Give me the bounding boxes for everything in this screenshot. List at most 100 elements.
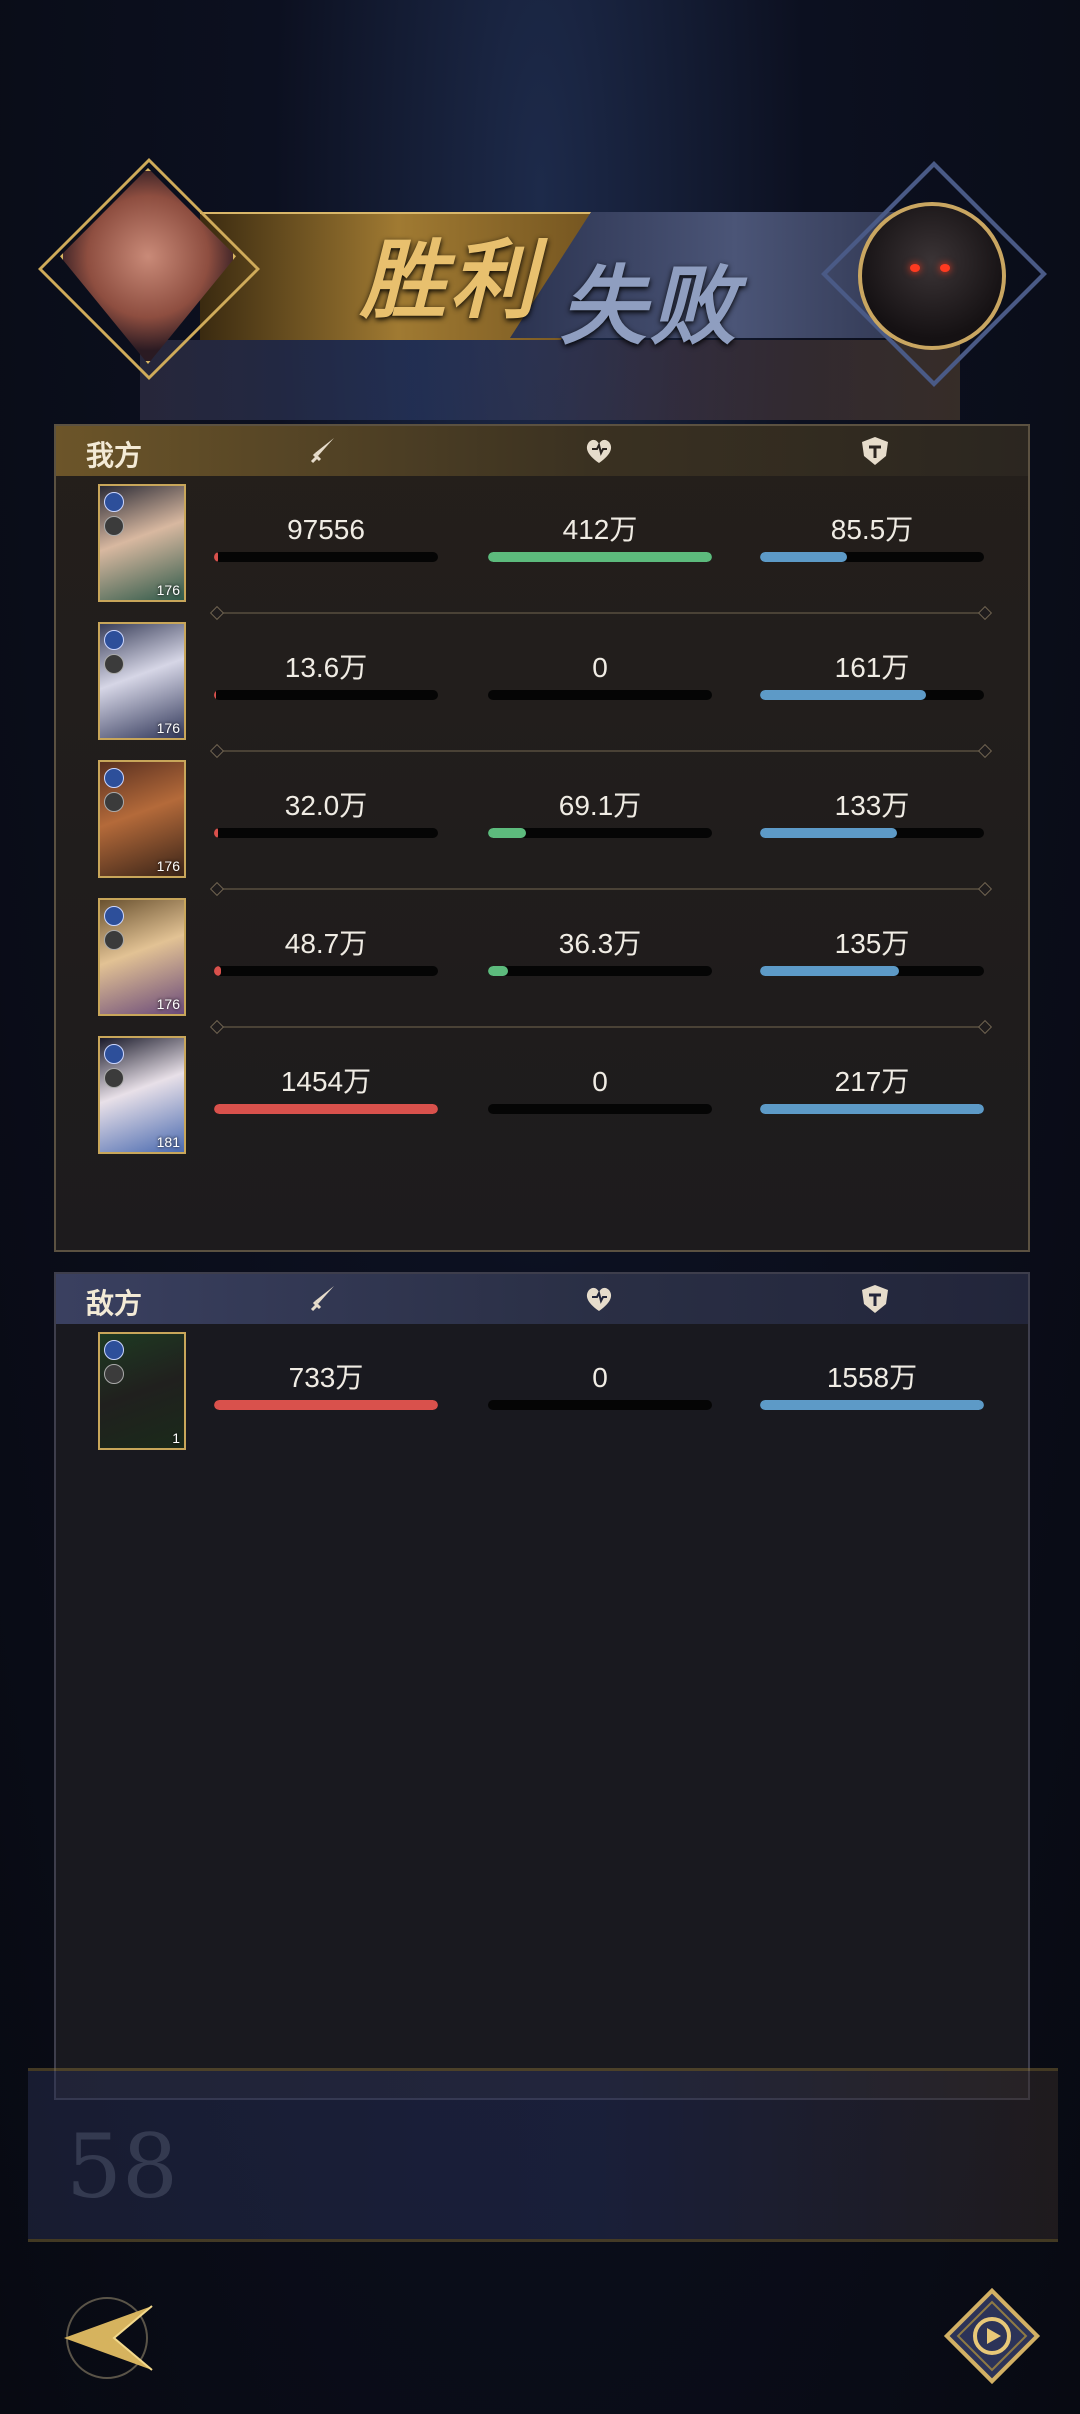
defense-value: 133万: [834, 790, 910, 821]
unit-level: 176: [156, 858, 180, 874]
heal-stat: 0: [488, 1064, 712, 1114]
defense-stat: 217万: [760, 1064, 984, 1114]
class-badge-icon: [104, 906, 124, 926]
defense-bar: [760, 1104, 984, 1114]
unit-portrait[interactable]: 176: [98, 484, 186, 602]
rank-badge-icon: [104, 654, 124, 674]
row-divider: [216, 612, 986, 614]
defense-bar: [760, 552, 984, 562]
heal-value: 36.3万: [558, 928, 642, 959]
heal-bar: [488, 966, 712, 976]
unit-portrait[interactable]: 181: [98, 1036, 186, 1154]
rank-badge-icon: [104, 930, 124, 950]
heal-value: 69.1万: [558, 790, 642, 821]
attack-bar: [214, 828, 438, 838]
heal-stat: 0: [488, 650, 712, 700]
class-badge-icon: [104, 630, 124, 650]
attack-stat: 733万: [214, 1360, 438, 1410]
defense-value: 161万: [834, 652, 910, 683]
rank-badge-icon: [104, 1364, 124, 1384]
class-badge-icon: [104, 1340, 124, 1360]
heal-bar-fill: [488, 828, 527, 838]
defense-stat: 85.5万: [760, 512, 984, 562]
unit-stat-row: 181 1454万 0 217万: [56, 1030, 1028, 1168]
unit-level: 176: [156, 996, 180, 1012]
defeat-label: 失败: [560, 256, 740, 357]
class-badge-icon: [104, 768, 124, 788]
heal-bar: [488, 552, 712, 562]
unit-stat-row: 1 733万 0 1558万: [56, 1326, 1028, 1464]
defense-bar-fill: [760, 828, 897, 838]
attack-value: 13.6万: [284, 652, 368, 683]
heal-bar-fill: [488, 966, 509, 976]
shield-icon: [862, 437, 888, 465]
defense-value: 135万: [834, 928, 910, 959]
unit-stat-row: 176 97556 412万 85.5万: [56, 478, 1028, 616]
attack-bar-fill: [214, 828, 219, 838]
heal-stat: 412万: [488, 512, 712, 562]
defense-bar-fill: [760, 690, 926, 700]
row-divider: [216, 1026, 986, 1028]
sword-icon: [310, 438, 334, 464]
ally-stats-panel: 我方 176 97556 412万 85.5万 176 13.6万 0 161万 176 32.0…: [54, 424, 1030, 1252]
attack-stat: 48.7万: [214, 926, 438, 976]
enemy-stats-panel: 敌方 1 733万 0 1558万: [54, 1272, 1030, 2100]
unit-portrait[interactable]: 176: [98, 760, 186, 878]
unit-portrait[interactable]: 176: [98, 898, 186, 1016]
unit-stat-row: 176 13.6万 0 161万: [56, 616, 1028, 754]
background-level-strip: 58: [28, 2068, 1058, 2242]
heal-value: 0: [592, 1362, 608, 1393]
attack-bar: [214, 690, 438, 700]
sword-icon: [310, 1286, 334, 1312]
heal-value: 0: [592, 1066, 608, 1097]
unit-portrait[interactable]: 176: [98, 622, 186, 740]
rank-badge-icon: [104, 792, 124, 812]
unit-level: 181: [156, 1134, 180, 1150]
ally-panel-header: 我方: [56, 426, 1028, 476]
attack-bar-fill: [214, 966, 221, 976]
background-level-number: 58: [66, 2115, 178, 2218]
enemy-panel-header: 敌方: [56, 1274, 1028, 1324]
replay-icon[interactable]: [940, 2284, 1044, 2388]
back-arrow-icon[interactable]: [52, 2288, 162, 2388]
attack-stat: 1454万: [214, 1064, 438, 1114]
attack-stat: 13.6万: [214, 650, 438, 700]
rank-badge-icon: [104, 1068, 124, 1088]
attack-value: 97556: [287, 514, 365, 545]
defense-bar-fill: [760, 1104, 984, 1114]
victory-label: 胜利: [360, 230, 540, 331]
attack-bar: [214, 552, 438, 562]
defense-value: 1558万: [826, 1362, 918, 1393]
defense-stat: 135万: [760, 926, 984, 976]
heart-icon: [586, 439, 612, 463]
heal-bar: [488, 1104, 712, 1114]
defense-bar: [760, 828, 984, 838]
defense-value: 85.5万: [830, 514, 914, 545]
heal-bar: [488, 1400, 712, 1410]
heart-icon: [586, 1287, 612, 1311]
defense-value: 217万: [834, 1066, 910, 1097]
unit-portrait[interactable]: 1: [98, 1332, 186, 1450]
attack-value: 48.7万: [284, 928, 368, 959]
class-badge-icon: [104, 492, 124, 512]
defense-bar-fill: [760, 1400, 984, 1410]
attack-bar: [214, 1104, 438, 1114]
unit-level: 176: [156, 582, 180, 598]
defense-stat: 133万: [760, 788, 984, 838]
heal-value: 0: [592, 652, 608, 683]
heal-stat: 69.1万: [488, 788, 712, 838]
enemy-avatar[interactable]: [858, 202, 1006, 350]
defense-bar: [760, 690, 984, 700]
attack-value: 1454万: [280, 1066, 372, 1097]
enemy-eye-icon: [940, 264, 950, 272]
heal-stat: 36.3万: [488, 926, 712, 976]
attack-bar-fill: [214, 1104, 438, 1114]
unit-stat-row: 176 48.7万 36.3万 135万: [56, 892, 1028, 1030]
attack-bar-fill: [214, 552, 219, 562]
unit-stat-row: 176 32.0万 69.1万 133万: [56, 754, 1028, 892]
attack-value: 32.0万: [284, 790, 368, 821]
ally-panel-title: 我方: [86, 439, 143, 472]
defense-bar-fill: [760, 966, 899, 976]
attack-stat: 97556: [214, 512, 438, 562]
defense-bar: [760, 1400, 984, 1410]
